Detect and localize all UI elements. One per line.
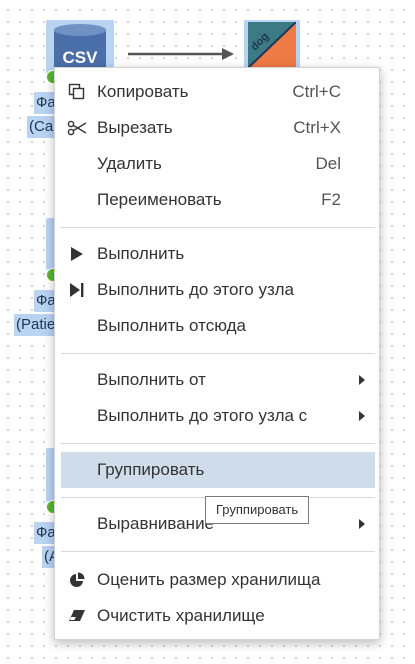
scissors-icon <box>67 119 87 137</box>
menu-item-copy[interactable]: Копировать Ctrl+C <box>61 74 375 110</box>
menu-item-label: Переименовать <box>97 190 222 209</box>
dog-split-node-icon: dog <box>248 22 296 68</box>
menu-item-label: Выполнить <box>97 244 185 263</box>
menu-item-rename[interactable]: Переименовать F2 <box>61 182 375 218</box>
submenu-arrow-icon <box>359 519 365 529</box>
menu-separator <box>61 443 375 444</box>
menu-item-label: Выполнить отсюда <box>97 316 246 335</box>
menu-item-label: Выравнивание <box>97 514 215 533</box>
menu-item-shortcut: Ctrl+C <box>292 82 341 101</box>
pie-chart-icon <box>67 571 87 589</box>
menu-item-label: Оценить размер хранилища <box>97 570 321 589</box>
csv-file-icon: CSV <box>54 24 106 72</box>
menu-item-label: Выполнить от <box>97 370 206 389</box>
node-context-menu: Копировать Ctrl+C Вырезать Ctrl+X Удалит… <box>54 67 380 640</box>
menu-separator <box>61 227 375 228</box>
menu-item-label: Копировать <box>97 82 189 101</box>
menu-item-clear-storage[interactable]: Очистить хранилище <box>61 598 375 634</box>
menu-item-delete[interactable]: Удалить Del <box>61 146 375 182</box>
eraser-icon <box>67 607 87 625</box>
node-label-line2: (Patie <box>14 314 58 336</box>
menu-item-run-to-node[interactable]: Выполнить до этого узла <box>61 272 375 308</box>
csv-icon-text: CSV <box>63 48 99 67</box>
menu-item-run-from[interactable]: Выполнить от <box>61 362 375 398</box>
menu-item-cut[interactable]: Вырезать Ctrl+X <box>61 110 375 146</box>
menu-item-estimate-storage[interactable]: Оценить размер хранилища <box>61 562 375 598</box>
menu-separator <box>61 353 375 354</box>
tooltip: Группировать <box>205 496 310 524</box>
submenu-arrow-icon <box>359 411 365 421</box>
submenu-arrow-icon <box>359 375 365 385</box>
menu-item-run[interactable]: Выполнить <box>61 236 375 272</box>
play-icon <box>67 245 87 263</box>
menu-item-label: Вырезать <box>97 118 173 137</box>
menu-item-shortcut: Del <box>315 154 341 173</box>
copy-icon <box>67 83 87 101</box>
edge-arrow <box>128 48 234 60</box>
play-to-bar-icon <box>67 281 87 299</box>
menu-item-shortcut: Ctrl+X <box>293 118 341 137</box>
menu-item-label: Группировать <box>97 460 205 479</box>
menu-item-shortcut: F2 <box>321 190 341 209</box>
menu-item-run-to-node-with[interactable]: Выполнить до этого узла с <box>61 398 375 434</box>
menu-item-label: Очистить хранилище <box>97 606 265 625</box>
menu-item-label: Выполнить до этого узла <box>97 280 294 299</box>
menu-separator <box>61 551 375 552</box>
menu-item-run-from-here[interactable]: Выполнить отсюда <box>61 308 375 344</box>
menu-item-group[interactable]: Группировать <box>61 452 375 488</box>
menu-item-label: Удалить <box>97 154 162 173</box>
menu-item-label: Выполнить до этого узла с <box>97 406 308 425</box>
node-label-line2: (Ca <box>27 116 56 138</box>
